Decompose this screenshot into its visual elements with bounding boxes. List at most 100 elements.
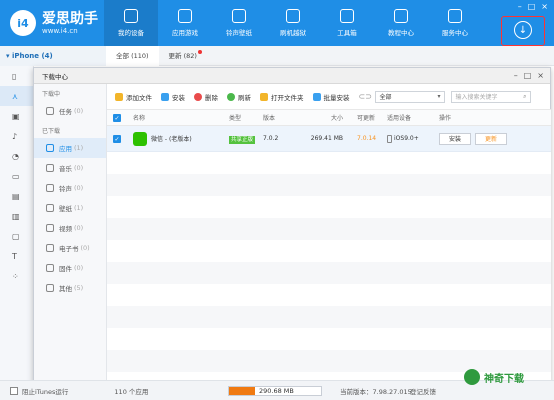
refresh-icon: [227, 92, 235, 101]
category-apps[interactable]: 应用 (1): [34, 138, 106, 158]
sidebar-text-icon[interactable]: T: [0, 246, 33, 266]
section-downloading: 下载中: [42, 91, 61, 98]
device-sidebar: ▯ ⋏ ▣ ♪ ◔ ▭ ▤ ▥ ▢ T ⁘: [0, 66, 34, 380]
minimize-icon[interactable]: –: [518, 2, 522, 11]
watermark: 神奇下载: [464, 366, 548, 388]
batch-install-icon: [312, 92, 321, 101]
folder-add-icon: [115, 92, 123, 101]
category-ebooks[interactable]: 电子书 (0): [34, 238, 106, 258]
download-center-button[interactable]: ↓: [501, 16, 545, 46]
logo-badge: i4: [10, 10, 36, 36]
music-icon: [232, 9, 246, 23]
select-all-checkbox[interactable]: ✓: [113, 113, 121, 122]
download-center-window: 下载中心 – □ × 下载中 任务 (0) 已下载 应用 (1) 音乐 (0) 铃声(…: [33, 67, 551, 383]
book-icon: [46, 244, 54, 252]
download-toolbar: 添加文件 安装 删除 刷新 打开文件夹 批量安装 ⊂⊃ 全部 ▾ 输入搜索关键字 ⌕: [107, 84, 551, 110]
category-ringtones[interactable]: 铃声 (0): [34, 178, 106, 198]
sidebar-music-icon[interactable]: ♪: [0, 126, 33, 146]
sidebar-video-icon[interactable]: ▭: [0, 166, 33, 186]
top-bar: i4 爱思助手 www.i4.cn 我的设备 应用游戏 铃声壁纸 刷机越狱 工具…: [0, 0, 554, 46]
search-input[interactable]: 输入搜索关键字 ⌕: [450, 90, 531, 103]
table-row[interactable]: ✓ 微信 - (老版本) 共享正版 7.0.2 269.41 MB 7.0.14…: [107, 126, 551, 152]
sidebar-more-icon[interactable]: ⁘: [0, 266, 33, 286]
storage-fill: [229, 387, 255, 395]
open-folder-button[interactable]: 打开文件夹: [260, 92, 304, 102]
feedback-link[interactable]: 登记反馈: [410, 386, 436, 396]
nav-service[interactable]: 服务中心: [428, 0, 482, 46]
main-nav: 我的设备 应用游戏 铃声壁纸 刷机越狱 工具箱 教程中心 服务中心: [104, 0, 482, 46]
apps-icon: [178, 9, 192, 23]
col-type[interactable]: 类型: [229, 113, 263, 122]
refresh-button[interactable]: 刷新: [227, 92, 251, 102]
chevron-down-icon: ▾: [437, 93, 441, 100]
sidebar-device-icon[interactable]: ▯: [0, 66, 33, 86]
flower-icon: [46, 204, 54, 212]
graduation-icon: [394, 9, 408, 23]
app-url: www.i4.cn: [42, 27, 78, 35]
device-header[interactable]: ▾ iPhone (4): [0, 46, 106, 66]
sidebar-books-icon[interactable]: ▤: [0, 186, 33, 206]
dl-maximize-icon[interactable]: □: [524, 71, 532, 80]
storage-text: 290.68 MB: [259, 387, 294, 395]
dl-close-icon[interactable]: ×: [537, 71, 544, 80]
category-videos[interactable]: 视频 (0): [34, 218, 106, 238]
watermark-logo-icon: [464, 369, 480, 385]
nav-apps-games[interactable]: 应用游戏: [158, 0, 212, 46]
install-button[interactable]: 安装: [161, 92, 185, 102]
category-task[interactable]: 任务 (0): [34, 101, 106, 121]
sidebar-apps-icon[interactable]: ⋏: [0, 86, 33, 106]
nav-toolbox[interactable]: 工具箱: [320, 0, 374, 46]
table-header: ✓ 名称 类型 版本 大小 可更新 适用设备 操作: [107, 110, 551, 126]
col-name[interactable]: 名称: [125, 113, 229, 122]
col-size[interactable]: 大小: [299, 113, 343, 122]
row-update-button[interactable]: 更新: [475, 132, 507, 145]
app-count: 110 个应用: [114, 387, 149, 396]
bell-icon: [46, 184, 54, 192]
block-itunes-label: 阻止iTunes运行: [22, 387, 69, 396]
music-icon: [46, 164, 54, 172]
update-badge-dot: [197, 50, 202, 54]
block-itunes-checkbox[interactable]: [10, 386, 18, 395]
download-icon: ↓: [514, 21, 532, 39]
app-version: 7.0.2: [263, 135, 279, 142]
compass-icon: [448, 9, 462, 23]
row-checkbox[interactable]: ✓: [113, 134, 121, 143]
tab-all[interactable]: 全部 (110): [106, 46, 159, 66]
nav-flash-jailbreak[interactable]: 刷机越狱: [266, 0, 320, 46]
section-downloaded: 已下载: [42, 128, 61, 135]
nav-tutorials[interactable]: 教程中心: [374, 0, 428, 46]
firmware-icon: [46, 264, 54, 272]
dl-minimize-icon[interactable]: –: [514, 71, 518, 80]
category-music[interactable]: 音乐 (0): [34, 158, 106, 178]
delete-icon: [194, 92, 202, 101]
search-icon: ⌕: [523, 92, 527, 100]
maximize-icon[interactable]: □: [528, 2, 536, 11]
install-icon: [161, 92, 169, 101]
row-install-button[interactable]: 安装: [439, 132, 471, 145]
batch-install-button[interactable]: 批量安装: [312, 92, 350, 102]
col-update[interactable]: 可更新: [343, 113, 381, 122]
sidebar-ringtone-icon[interactable]: ◔: [0, 146, 33, 166]
app-title: 爱思助手: [42, 11, 98, 27]
toolbox-icon: [340, 9, 354, 23]
col-device[interactable]: 适用设备: [381, 113, 439, 122]
nav-ringtones[interactable]: 铃声壁纸: [212, 0, 266, 46]
empty-rows: [107, 152, 551, 383]
close-icon[interactable]: ×: [541, 2, 548, 11]
category-wallpapers[interactable]: 壁纸 (1): [34, 198, 106, 218]
sidebar-files-icon[interactable]: ▢: [0, 226, 33, 246]
delete-button[interactable]: 删除: [194, 92, 218, 102]
add-file-button[interactable]: 添加文件: [115, 92, 152, 102]
app-size: 269.41 MB: [310, 135, 343, 142]
nav-my-device[interactable]: 我的设备: [104, 0, 158, 46]
category-other[interactable]: 其他 (5): [34, 278, 106, 298]
shield-icon: [286, 9, 300, 23]
col-version[interactable]: 版本: [263, 113, 299, 122]
sidebar-photos-icon[interactable]: ▣: [0, 106, 33, 126]
tab-updates[interactable]: 更新 (82): [159, 46, 212, 66]
bulb-icon: [46, 107, 54, 115]
link-icon[interactable]: ⊂⊃: [359, 92, 372, 101]
category-firmware[interactable]: 固件 (0): [34, 258, 106, 278]
sidebar-data-icon[interactable]: ▥: [0, 206, 33, 226]
category-filter-select[interactable]: 全部 ▾: [374, 90, 445, 103]
